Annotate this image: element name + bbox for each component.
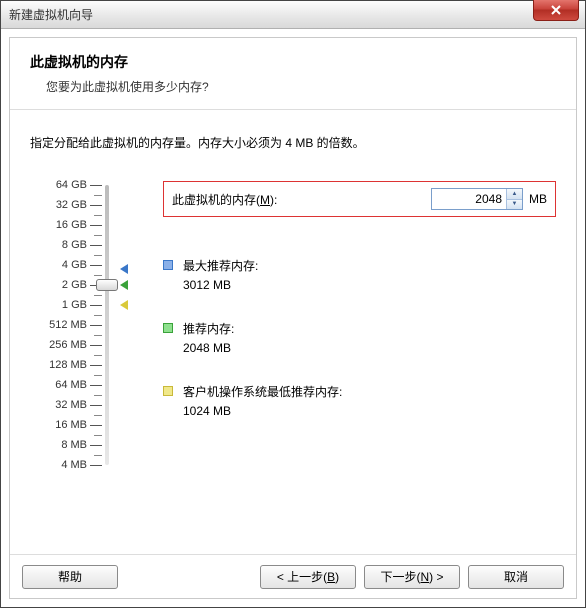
- memory-field-label: 此虚拟机的内存(M):: [172, 191, 431, 208]
- memory-slider-track[interactable]: [105, 185, 109, 465]
- slider-tick: [90, 445, 102, 446]
- slider-tick-minor: [94, 375, 102, 376]
- slider-tick-minor: [94, 315, 102, 316]
- header-subtitle: 您要为此虚拟机使用多少内存?: [30, 78, 556, 95]
- slider-tick-label: 1 GB: [62, 299, 87, 311]
- recommendation-value: 2048 MB: [183, 341, 234, 355]
- cancel-button[interactable]: 取消: [468, 565, 564, 589]
- slider-tick: [90, 185, 102, 186]
- recommendation-row: 客户机操作系统最低推荐内存: 1024 MB: [163, 383, 556, 418]
- close-button[interactable]: [533, 0, 579, 21]
- header: 此虚拟机的内存 您要为此虚拟机使用多少内存?: [10, 38, 576, 110]
- memory-field-row: 此虚拟机的内存(M): ▲ ▼ MB: [163, 181, 556, 217]
- slider-tick: [90, 425, 102, 426]
- dialog-body: 此虚拟机的内存 您要为此虚拟机使用多少内存? 指定分配给此虚拟机的内存量。内存大…: [9, 37, 577, 599]
- recommendation-title: 推荐内存:: [183, 320, 234, 337]
- spinner-buttons: ▲ ▼: [506, 189, 522, 209]
- slider-tick-label: 64 MB: [55, 379, 87, 391]
- slider-tick-label: 32 MB: [55, 399, 87, 411]
- slider-tick-minor: [94, 415, 102, 416]
- slider-tick: [90, 385, 102, 386]
- slider-tick-label: 128 MB: [49, 359, 87, 371]
- slider-tick-minor: [94, 395, 102, 396]
- slider-tick-label: 8 GB: [62, 239, 87, 251]
- footer: 帮助 < 上一步(B) 下一步(N) > 取消: [10, 554, 576, 598]
- slider-tick: [90, 345, 102, 346]
- slider-tick-minor: [94, 215, 102, 216]
- slider-tick: [90, 305, 102, 306]
- slider-tick-minor: [94, 235, 102, 236]
- recommendation-value: 3012 MB: [183, 278, 258, 292]
- slider-tick-label: 16 MB: [55, 419, 87, 431]
- slider-tick-label: 64 GB: [56, 179, 87, 191]
- recommendation-row: 推荐内存: 2048 MB: [163, 320, 556, 355]
- recommendation-title: 最大推荐内存:: [183, 257, 258, 274]
- spinner-down[interactable]: ▼: [507, 200, 522, 210]
- slider-tick-minor: [94, 335, 102, 336]
- wizard-window: 新建虚拟机向导 此虚拟机的内存 您要为此虚拟机使用多少内存? 指定分配给此虚拟机…: [0, 0, 586, 608]
- back-button[interactable]: < 上一步(B): [260, 565, 356, 589]
- slider-tick: [90, 265, 102, 266]
- titlebar: 新建虚拟机向导: [1, 1, 585, 29]
- slider-tick: [90, 365, 102, 366]
- slider-tick-minor: [94, 295, 102, 296]
- content: 指定分配给此虚拟机的内存量。内存大小必须为 4 MB 的倍数。 64 GB 32 …: [10, 110, 576, 554]
- slider-tick-minor: [94, 435, 102, 436]
- slider-tick-minor: [94, 255, 102, 256]
- blue-square-icon: [163, 260, 173, 270]
- slider-tick: [90, 465, 102, 466]
- max-recommended-marker: [120, 264, 128, 274]
- slider-tick-label: 32 GB: [56, 199, 87, 211]
- recommendation-value: 1024 MB: [183, 404, 342, 418]
- next-button[interactable]: 下一步(N) >: [364, 565, 460, 589]
- window-title: 新建虚拟机向导: [9, 6, 93, 23]
- slider-tick-label: 4 MB: [61, 459, 87, 471]
- instruction-text: 指定分配给此虚拟机的内存量。内存大小必须为 4 MB 的倍数。: [30, 134, 556, 151]
- slider-tick-label: 2 GB: [62, 279, 87, 291]
- memory-input[interactable]: [432, 189, 506, 209]
- slider-tick: [90, 245, 102, 246]
- min-recommended-marker: [120, 300, 128, 310]
- memory-spinner: ▲ ▼: [431, 188, 523, 210]
- slider-tick: [90, 325, 102, 326]
- slider-tick-minor: [94, 275, 102, 276]
- recommended-marker: [120, 280, 128, 290]
- close-icon: [550, 4, 562, 16]
- memory-slider-thumb[interactable]: [96, 279, 118, 291]
- recommendation-title: 客户机操作系统最低推荐内存:: [183, 383, 342, 400]
- memory-row: 64 GB 32 GB 16 GB 8 GB 4 GB 2 GB 1 GB 512 MB 256…: [30, 181, 556, 446]
- slider-tick-minor: [94, 195, 102, 196]
- slider-tick-minor: [94, 455, 102, 456]
- help-button[interactable]: 帮助: [22, 565, 118, 589]
- memory-unit: MB: [529, 192, 547, 206]
- slider-tick: [90, 205, 102, 206]
- slider-tick: [90, 405, 102, 406]
- slider-tick-label: 4 GB: [62, 259, 87, 271]
- memory-details: 此虚拟机的内存(M): ▲ ▼ MB 最大推荐内存: 3012 MB 推荐内存: 20…: [145, 181, 556, 446]
- recommendation-row: 最大推荐内存: 3012 MB: [163, 257, 556, 292]
- spinner-up[interactable]: ▲: [507, 189, 522, 200]
- header-title: 此虚拟机的内存: [30, 52, 556, 72]
- yellow-square-icon: [163, 386, 173, 396]
- slider-tick-minor: [94, 355, 102, 356]
- slider-tick-label: 512 MB: [49, 319, 87, 331]
- slider-tick: [90, 225, 102, 226]
- slider-tick-label: 256 MB: [49, 339, 87, 351]
- green-square-icon: [163, 323, 173, 333]
- slider-tick-label: 8 MB: [61, 439, 87, 451]
- slider-tick-label: 16 GB: [56, 219, 87, 231]
